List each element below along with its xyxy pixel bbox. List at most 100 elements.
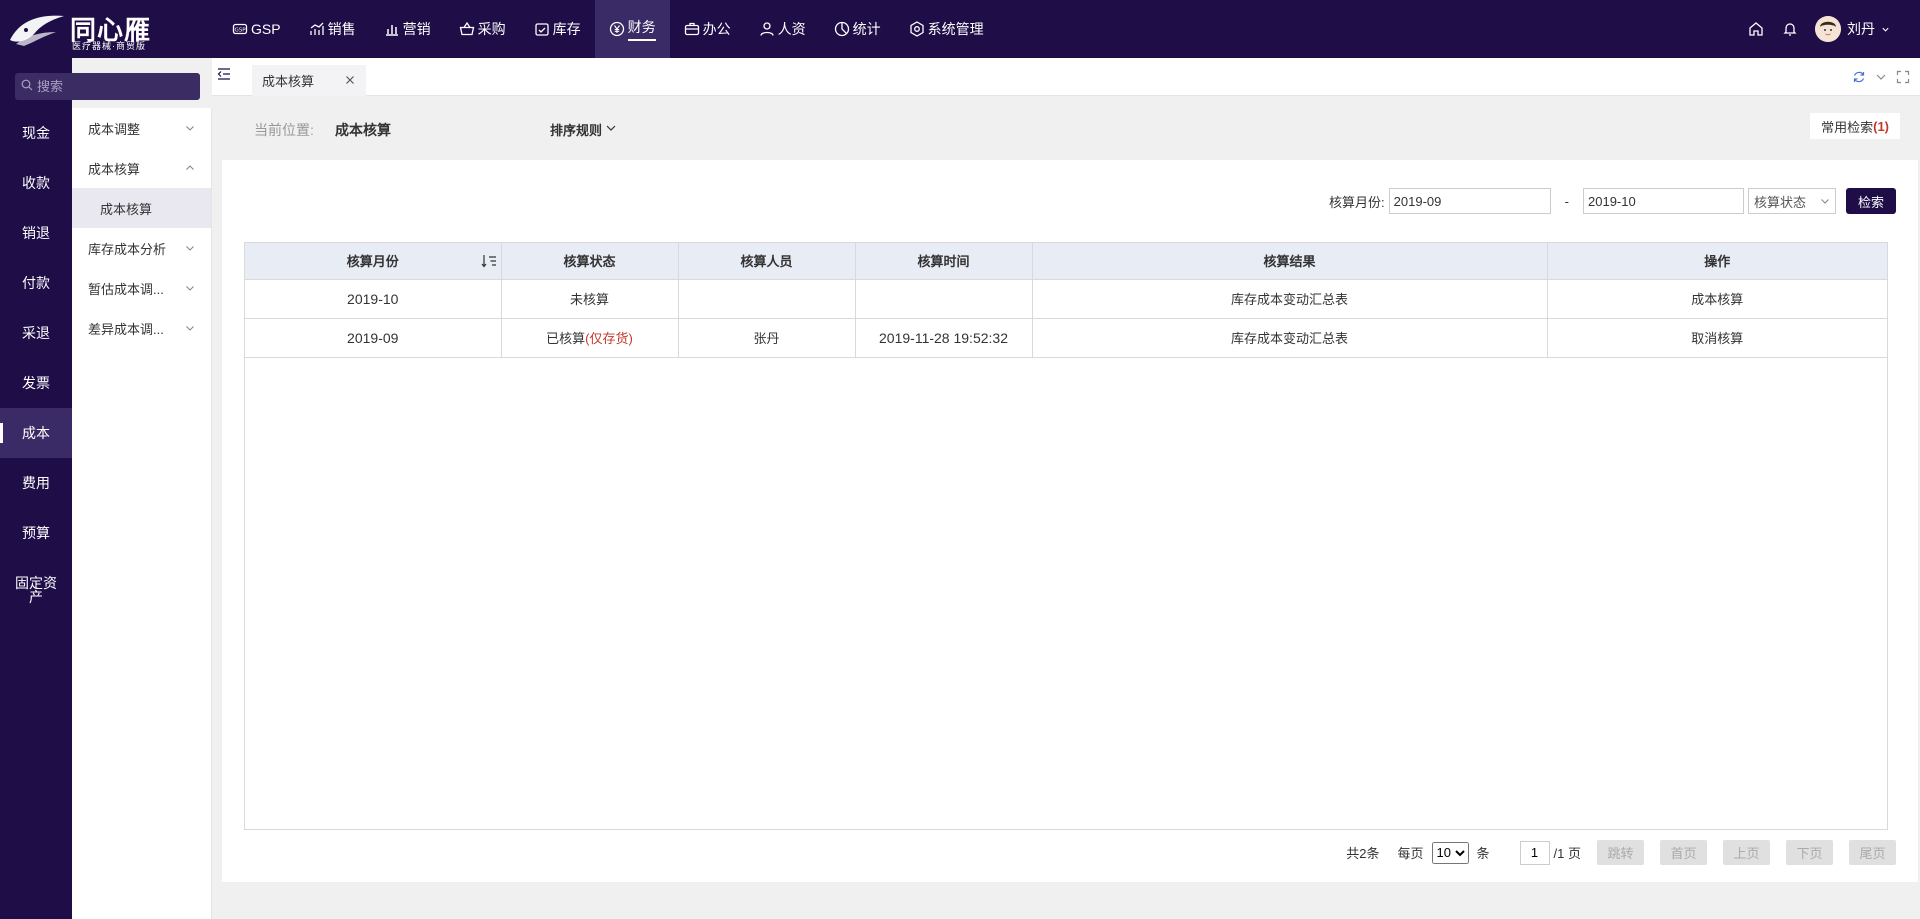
- submenu-child-cost-accounting[interactable]: 成本核算: [72, 188, 211, 228]
- submenu-label: 库存成本分析: [88, 241, 167, 257]
- svg-text:GSP: GSP: [234, 28, 246, 34]
- nav-label: GSP: [251, 21, 281, 37]
- sidebar-item-budget[interactable]: 预算: [0, 508, 72, 558]
- common-search-button[interactable]: 常用检索 (1): [1810, 113, 1900, 139]
- home-icon[interactable]: [1747, 20, 1765, 38]
- sidebar-item-purchase-returns[interactable]: 采退: [0, 308, 72, 358]
- column-header-action: 操作: [1547, 243, 1887, 280]
- jump-button[interactable]: 跳转: [1597, 840, 1644, 865]
- cell-action-button[interactable]: 取消核算: [1547, 318, 1887, 358]
- chevron-down-icon: [605, 122, 617, 137]
- column-header-person[interactable]: 核算人员: [678, 243, 856, 280]
- first-page-button[interactable]: 首页: [1660, 840, 1707, 865]
- nav-marketing[interactable]: 营销: [370, 0, 445, 58]
- page-total: /1 页: [1553, 846, 1581, 861]
- status-select[interactable]: 核算状态: [1748, 188, 1836, 214]
- cell-result-link[interactable]: 库存成本变动汇总表: [1032, 279, 1548, 319]
- collapse-menu-icon[interactable]: [216, 66, 232, 82]
- goose-logo-icon: [10, 15, 64, 46]
- bar-chart-icon: [384, 21, 400, 37]
- close-icon[interactable]: [344, 74, 356, 86]
- sidebar-item-receipts[interactable]: 收款: [0, 158, 72, 208]
- common-search-label: 常用检索: [1821, 119, 1874, 135]
- search-input[interactable]: [37, 79, 187, 94]
- table-row[interactable]: 2019-09 已核算(仅存货) 张丹 2019-11-28 19:52:32 …: [245, 318, 1887, 358]
- status-text: 已核算: [546, 331, 586, 346]
- per-page-select[interactable]: 10: [1431, 841, 1469, 864]
- chevron-down-icon: [185, 323, 195, 333]
- sidebar-item-fixed-assets[interactable]: 固定资产: [0, 558, 72, 622]
- common-search-count: (1): [1873, 118, 1889, 134]
- nav-label: 库存: [552, 21, 581, 37]
- top-right-tools: 刘丹: [1747, 0, 1890, 58]
- nav-inventory[interactable]: 库存: [520, 0, 595, 58]
- nav-label: 采购: [477, 21, 506, 37]
- sort-icon[interactable]: [481, 254, 497, 268]
- sidebar-item-invoices[interactable]: 发票: [0, 358, 72, 408]
- location-label: 当前位置:: [254, 122, 314, 138]
- submenu-item-cost-accounting[interactable]: 成本核算: [72, 148, 211, 188]
- cell-result-link[interactable]: 库存成本变动汇总表: [1032, 318, 1548, 358]
- nav-office[interactable]: 办公: [670, 0, 745, 58]
- submenu-item-cost-adjustment[interactable]: 成本调整: [72, 108, 211, 148]
- pagination: 共2条 每页 10 条 /1 页 跳转 首页 上页 下页 尾页: [1346, 840, 1896, 865]
- sidebar-list: 现金 收款 销退 付款 采退 发票 成本 费用 预算 固定资产: [0, 108, 72, 622]
- column-header-status[interactable]: 核算状态: [501, 243, 679, 280]
- month-from-input[interactable]: [1388, 188, 1551, 214]
- tab-tools: [1852, 70, 1910, 84]
- logo[interactable]: 同心雁 医疗器械·商贸版: [4, 8, 154, 52]
- submenu-item-variance-cost[interactable]: 差异成本调...: [72, 308, 211, 348]
- nav-sales[interactable]: 销售: [295, 0, 370, 58]
- gsp-icon: GSP: [232, 21, 248, 37]
- filter-month-label: 核算月份:: [1329, 194, 1385, 210]
- user-name: 刘丹: [1847, 21, 1875, 37]
- table-header-row: 核算月份 核算状态 核算人员 核算时间 核算结果 操作: [245, 243, 1887, 280]
- last-page-button[interactable]: 尾页: [1849, 840, 1896, 865]
- table-row[interactable]: 2019-10 未核算 库存成本变动汇总表 成本核算: [245, 279, 1887, 319]
- cell-action-button[interactable]: 成本核算: [1547, 279, 1887, 319]
- cell-status: 未核算: [501, 279, 679, 319]
- submenu-item-provisional-cost[interactable]: 暂估成本调...: [72, 268, 211, 308]
- column-header-month[interactable]: 核算月份: [245, 243, 502, 280]
- sort-rule-dropdown[interactable]: 排序规则: [550, 120, 617, 139]
- user-icon: [759, 21, 775, 37]
- cell-month: 2019-10: [245, 279, 502, 319]
- nav-statistics[interactable]: 统计: [820, 0, 895, 58]
- column-header-result[interactable]: 核算结果: [1032, 243, 1548, 280]
- column-header-time[interactable]: 核算时间: [855, 243, 1033, 280]
- cell-person: [678, 279, 856, 319]
- sidebar-item-payments[interactable]: 付款: [0, 258, 72, 308]
- nav-gsp[interactable]: GSP GSP: [218, 0, 295, 58]
- sidebar-item-sales-returns[interactable]: 销退: [0, 208, 72, 258]
- chevron-up-icon: [185, 163, 195, 173]
- user-menu[interactable]: 刘丹: [1815, 16, 1890, 42]
- search-box: [15, 73, 200, 100]
- briefcase-icon: [684, 21, 700, 37]
- fullscreen-icon[interactable]: [1896, 70, 1910, 84]
- sidebar-item-cash[interactable]: 现金: [0, 108, 72, 158]
- refresh-icon[interactable]: [1852, 70, 1866, 84]
- nav-finance[interactable]: 财务: [594, 0, 670, 58]
- column-header-label: 核算月份: [346, 254, 399, 270]
- nav-hr[interactable]: 人资: [745, 0, 820, 58]
- sidebar-item-expenses[interactable]: 费用: [0, 458, 72, 508]
- chevron-down-icon[interactable]: [1874, 70, 1888, 84]
- page-number-input[interactable]: [1519, 840, 1550, 865]
- prev-page-button[interactable]: 上页: [1723, 840, 1770, 865]
- cell-person: 张丹: [678, 318, 856, 358]
- submenu-label: 成本核算: [88, 161, 141, 177]
- basket-icon: [459, 21, 475, 37]
- settings-icon: [909, 21, 925, 37]
- search-button[interactable]: 检索: [1846, 188, 1896, 214]
- status-select-placeholder: 核算状态: [1754, 194, 1807, 210]
- bell-icon[interactable]: [1781, 20, 1799, 38]
- nav-purchase[interactable]: 采购: [445, 0, 520, 58]
- next-page-button[interactable]: 下页: [1786, 840, 1833, 865]
- month-to-input[interactable]: [1583, 188, 1744, 214]
- submenu-item-inventory-cost-analysis[interactable]: 库存成本分析: [72, 228, 211, 268]
- nav-system[interactable]: 系统管理: [895, 0, 998, 58]
- calendar-check-icon: [534, 21, 550, 37]
- tab-cost-accounting[interactable]: 成本核算: [252, 65, 366, 96]
- status-text: 未核算: [569, 292, 609, 307]
- sidebar-item-cost[interactable]: 成本: [0, 408, 72, 458]
